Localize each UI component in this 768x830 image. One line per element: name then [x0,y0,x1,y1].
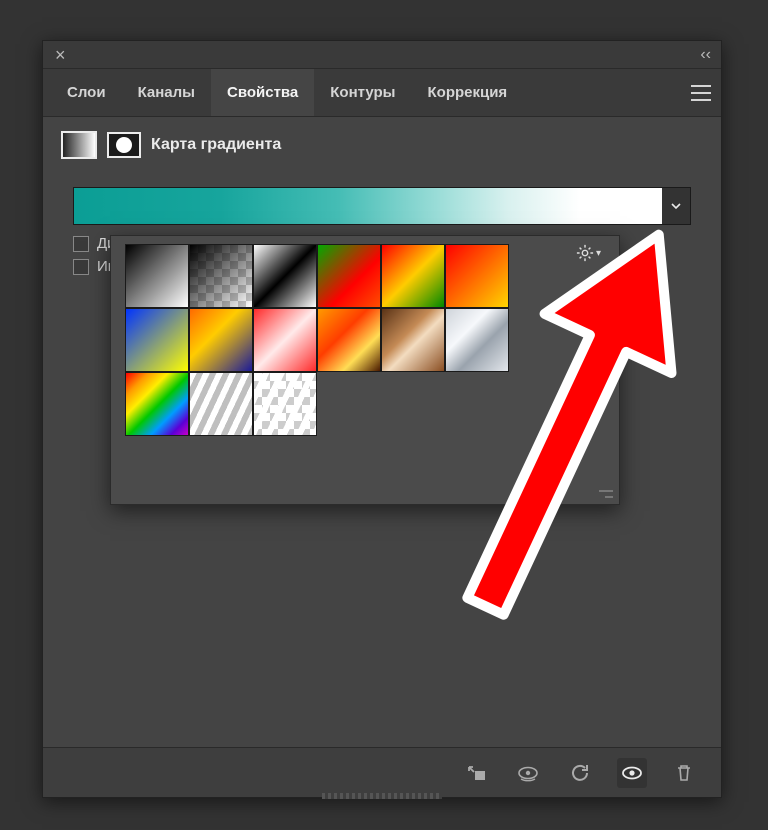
gradient-dropdown[interactable] [662,188,690,224]
delete-icon[interactable] [669,758,699,788]
preset-swatch-silver[interactable] [445,308,509,372]
tab-paths[interactable]: Контуры [314,69,411,116]
panel-titlebar: × ‹‹ [43,41,721,69]
preset-swatch-red-orange-green[interactable] [381,244,445,308]
adjustment-header: Карта градиента [43,117,721,169]
tab-properties[interactable]: Свойства [211,69,314,116]
preset-swatch-bw-diag[interactable] [125,244,189,308]
collapse-icon[interactable]: ‹‹ [696,44,715,66]
chevron-down-icon [670,200,682,212]
gradient-preview[interactable] [74,188,662,224]
gradient-preset-flyout: ▾ [110,235,620,505]
panel-footer [43,747,721,797]
clip-to-layer-icon[interactable] [461,758,491,788]
mask-thumb-icon [107,132,141,158]
preset-swatch-bronze[interactable] [381,308,445,372]
preset-swatch-orange-blue-diag[interactable] [189,308,253,372]
preset-swatch-orange-multi[interactable] [317,308,381,372]
preset-swatch-green-red-diag[interactable] [317,244,381,308]
checkbox-box[interactable] [73,259,89,275]
reset-icon[interactable] [565,758,595,788]
close-icon[interactable]: × [49,44,72,66]
tab-layers[interactable]: Слои [51,69,122,116]
preset-swatch-black-transparent-diag[interactable] [189,244,253,308]
gradient-strip-row [73,187,691,225]
preset-swatch-transparent-stripes[interactable] [253,372,317,436]
preset-swatch-rainbow[interactable] [125,372,189,436]
preset-swatch-red-yellow-diag[interactable] [445,244,509,308]
tab-adjustments[interactable]: Коррекция [412,69,524,116]
gradient-thumb-icon [61,131,97,159]
panel-menu-icon[interactable] [681,69,721,116]
preset-swatch-bw-black[interactable] [253,244,317,308]
resize-grip-icon[interactable] [322,793,442,799]
adjustment-title: Карта градиента [151,136,281,154]
view-previous-icon[interactable] [513,758,543,788]
flyout-resize-grip-icon[interactable] [597,484,613,498]
tab-channels[interactable]: Каналы [122,69,211,116]
chevron-down-icon: ▾ [596,248,601,259]
preset-swatch-blue-yellow-diag[interactable] [125,308,189,372]
preset-swatch-red-white-striped[interactable] [253,308,317,372]
panel-tabs: Слои Каналы Свойства Контуры Коррекция [43,69,721,117]
preset-menu-gear-icon[interactable]: ▾ [576,244,601,262]
visibility-toggle-icon[interactable] [617,758,647,788]
preset-swatch-white-stripes[interactable] [189,372,253,436]
checkbox-box[interactable] [73,236,89,252]
preset-grid [125,244,509,436]
